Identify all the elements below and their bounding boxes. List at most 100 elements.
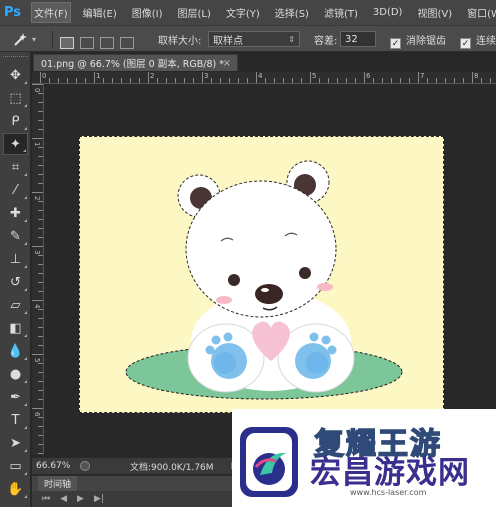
flyout-indicator [24, 81, 27, 84]
intersect-selection-icon [120, 36, 134, 49]
ruler-label: 0 [33, 88, 41, 93]
flyout-indicator [24, 472, 27, 475]
contiguous-checkbox[interactable]: ✓ [460, 26, 471, 52]
subtract-selection-button[interactable] [100, 26, 114, 52]
first-frame-icon[interactable]: ⏮ [42, 494, 50, 504]
ruler-tick [112, 78, 113, 83]
ruler-label: 1 [96, 72, 101, 80]
menu-window[interactable]: 窗口(W) [465, 3, 496, 22]
ruler-label: 3 [33, 250, 41, 255]
panel-grip[interactable] [3, 56, 28, 59]
ruler-tick [38, 426, 43, 427]
pen-icon[interactable]: ✒ [3, 386, 28, 408]
next-frame-icon[interactable]: ▶| [94, 494, 104, 504]
timeline-tab[interactable]: 时间轴 [38, 476, 78, 491]
ruler-tick [427, 78, 428, 83]
healing-brush-icon[interactable]: ✚ [3, 202, 28, 224]
sample-size-select[interactable]: 取样点 ⇕ [208, 31, 300, 47]
ruler-tick [32, 138, 43, 139]
type-icon[interactable]: T [3, 409, 28, 431]
watermark-overlay: 复耀王游 宏昌游戏网 www.hcs-laser.com [232, 409, 496, 507]
tolerance-input[interactable]: 32 [340, 31, 376, 47]
ruler-tick [38, 372, 43, 373]
lasso-icon[interactable]: ᑭ [3, 110, 28, 132]
ruler-tick [472, 72, 473, 83]
ruler-tick [38, 453, 43, 454]
info-icon[interactable] [80, 461, 90, 471]
menu-image[interactable]: 图像(I) [130, 3, 165, 22]
document-canvas[interactable] [79, 136, 444, 413]
prev-frame-icon[interactable]: ◀ [60, 494, 67, 504]
ruler-tick [38, 201, 43, 202]
ruler-tick [130, 78, 131, 83]
ruler-label: 5 [312, 72, 317, 80]
crop-icon[interactable]: ⌗ [3, 156, 28, 178]
history-brush-icon[interactable]: ↺ [3, 271, 28, 293]
menu-edit[interactable]: 编辑(E) [81, 3, 119, 22]
ruler-label: 3 [204, 72, 209, 80]
flyout-indicator [24, 219, 27, 222]
new-selection-button[interactable] [60, 26, 74, 52]
marquee-icon[interactable]: ⬚ [3, 87, 28, 109]
ruler-tick [38, 129, 43, 130]
dodge-icon[interactable]: ● [3, 363, 28, 385]
ruler-tick [247, 78, 248, 83]
add-selection-button[interactable] [80, 26, 94, 52]
flyout-indicator [24, 127, 27, 130]
blur-icon[interactable]: 💧 [3, 340, 28, 362]
document-tab[interactable]: 01.png @ 66.7% (图层 0 副本, RGB/8) * × [33, 54, 238, 71]
ruler-tick [454, 78, 455, 83]
flyout-indicator [24, 380, 27, 383]
path-selection-icon[interactable]: ➤ [3, 432, 28, 454]
ruler-label: 4 [33, 304, 41, 309]
ruler-tick [382, 78, 383, 83]
ruler-tick [355, 78, 356, 83]
ruler-tick [38, 219, 43, 220]
flyout-indicator [24, 449, 27, 452]
paint-bucket-icon[interactable]: ◧ [3, 317, 28, 339]
menu-view[interactable]: 视图(V) [415, 3, 454, 22]
magic-wand-icon[interactable] [12, 26, 28, 52]
move-icon[interactable]: ✥ [3, 64, 28, 86]
ruler-tick [373, 78, 374, 83]
ruler-tick [58, 78, 59, 83]
horizontal-ruler[interactable]: 0 1 2 3 4 5 6 7 8 [40, 72, 496, 84]
vertical-ruler[interactable]: 01234567 [32, 84, 44, 470]
ruler-tick [38, 273, 43, 274]
menu-bar: Ps 文件(F) 编辑(E) 图像(I) 图层(L) 文字(Y) 选择(S) 滤… [0, 0, 496, 25]
menu-select[interactable]: 选择(S) [273, 3, 311, 22]
ruler-tick [76, 78, 77, 83]
play-icon[interactable]: ▶ [77, 494, 84, 504]
ruler-tick [319, 78, 320, 83]
magic-wand-icon[interactable]: ✦ [3, 133, 28, 155]
ruler-tick [38, 318, 43, 319]
tool-preset-caret-icon[interactable]: ▾ [32, 26, 36, 52]
flyout-indicator [24, 495, 27, 498]
canvas-workspace[interactable] [45, 85, 496, 455]
zoom-level[interactable]: 66.67% [36, 461, 74, 471]
rectangle-icon[interactable]: ▭ [3, 455, 28, 477]
ruler-label: 6 [366, 72, 371, 80]
anti-alias-checkbox[interactable]: ✓ [390, 26, 401, 52]
menu-filter[interactable]: 滤镜(T) [322, 3, 360, 22]
ruler-tick [202, 72, 203, 83]
ruler-tick [436, 78, 437, 83]
ruler-tick [283, 78, 284, 83]
ruler-tick [139, 78, 140, 83]
eraser-icon[interactable]: ▱ [3, 294, 28, 316]
menu-layer[interactable]: 图层(L) [176, 3, 213, 22]
flyout-indicator [24, 196, 27, 199]
sample-size-label: 取样大小: [158, 35, 202, 47]
menu-3d[interactable]: 3D(D) [371, 5, 405, 20]
intersect-selection-button[interactable] [120, 26, 134, 52]
menu-type[interactable]: 文字(Y) [224, 3, 262, 22]
clone-stamp-icon[interactable]: ⊥ [3, 248, 28, 270]
menu-file[interactable]: 文件(F) [31, 2, 71, 23]
close-icon[interactable]: × [223, 58, 231, 69]
photoshop-logo: Ps [4, 5, 22, 20]
options-bar: ▾ 取样大小: 取样点 ⇕ 容差: 32 ✓ 消除锯齿 ✓ 连续 [0, 25, 496, 52]
hand-icon[interactable]: ✋ [3, 478, 28, 500]
brush-icon[interactable]: ✎ [3, 225, 28, 247]
eyedropper-icon[interactable]: ⁄ [3, 179, 28, 201]
ruler-tick [220, 78, 221, 83]
